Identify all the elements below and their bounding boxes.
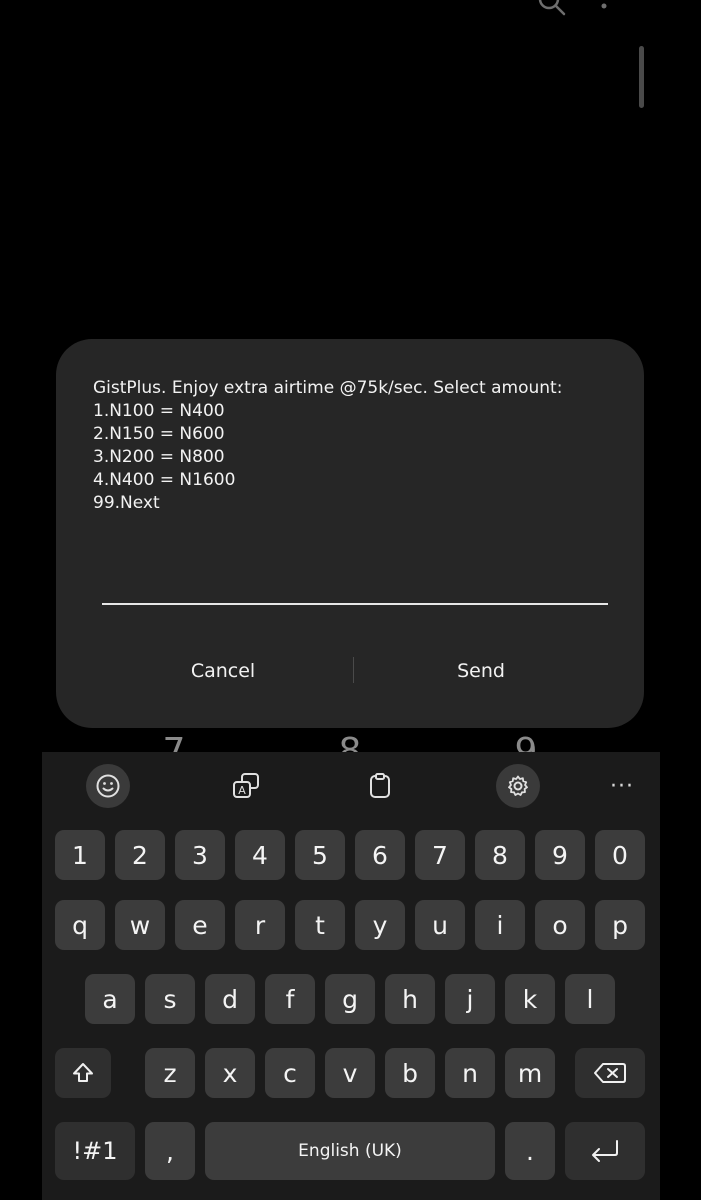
ussd-dialog: GistPlus. Enjoy extra airtime @75k/sec. … — [56, 339, 644, 728]
key-1[interactable]: 1 — [55, 830, 105, 880]
key-p[interactable]: p — [595, 900, 645, 950]
key-o[interactable]: o — [535, 900, 585, 950]
background-digit-7: 7 — [162, 731, 186, 754]
background-digit-9: 9 — [514, 731, 538, 754]
key-u[interactable]: u — [415, 900, 465, 950]
key-9[interactable]: 9 — [535, 830, 585, 880]
settings-icon[interactable] — [496, 764, 540, 808]
key-h[interactable]: h — [385, 974, 435, 1024]
key-2[interactable]: 2 — [115, 830, 165, 880]
enter-icon — [592, 1140, 618, 1162]
key-s[interactable]: s — [145, 974, 195, 1024]
key-t[interactable]: t — [295, 900, 345, 950]
backspace-icon — [594, 1063, 626, 1083]
key-l[interactable]: l — [565, 974, 615, 1024]
key-n[interactable]: n — [445, 1048, 495, 1098]
key-b[interactable]: b — [385, 1048, 435, 1098]
emoji-icon[interactable] — [86, 764, 130, 808]
cancel-button[interactable]: Cancel — [123, 649, 323, 693]
key-x[interactable]: x — [205, 1048, 255, 1098]
backspace-key[interactable] — [575, 1048, 645, 1098]
key-z[interactable]: z — [145, 1048, 195, 1098]
on-screen-keyboard: A ··· 1 2 3 4 5 6 7 8 9 0 q w e r t y u … — [42, 752, 660, 1200]
key-f[interactable]: f — [265, 974, 315, 1024]
space-key[interactable]: English (UK) — [205, 1122, 495, 1180]
key-c[interactable]: c — [265, 1048, 315, 1098]
key-7[interactable]: 7 — [415, 830, 465, 880]
clipboard-icon[interactable] — [358, 766, 402, 806]
key-a[interactable]: a — [85, 974, 135, 1024]
key-g[interactable]: g — [325, 974, 375, 1024]
key-3[interactable]: 3 — [175, 830, 225, 880]
more-options-icon[interactable] — [596, 0, 612, 14]
key-6[interactable]: 6 — [355, 830, 405, 880]
search-icon[interactable] — [536, 0, 566, 16]
key-i[interactable]: i — [475, 900, 525, 950]
key-d[interactable]: d — [205, 974, 255, 1024]
translate-icon[interactable]: A — [224, 766, 268, 806]
key-0[interactable]: 0 — [595, 830, 645, 880]
key-w[interactable]: w — [115, 900, 165, 950]
send-button[interactable]: Send — [381, 649, 581, 693]
key-4[interactable]: 4 — [235, 830, 285, 880]
symbols-key[interactable]: !#1 — [55, 1122, 135, 1180]
key-m[interactable]: m — [505, 1048, 555, 1098]
ussd-message: GistPlus. Enjoy extra airtime @75k/sec. … — [93, 378, 563, 513]
shift-icon — [73, 1063, 93, 1082]
screen: 7 8 9 GistPlus. Enjoy extra airtime @75k… — [0, 0, 701, 1200]
key-v[interactable]: v — [325, 1048, 375, 1098]
background-digit-8: 8 — [338, 731, 362, 754]
button-divider — [353, 657, 354, 683]
key-e[interactable]: e — [175, 900, 225, 950]
key-8[interactable]: 8 — [475, 830, 525, 880]
scrollbar[interactable] — [639, 46, 644, 108]
svg-text:A: A — [238, 784, 246, 797]
more-icon[interactable]: ··· — [600, 766, 644, 806]
key-j[interactable]: j — [445, 974, 495, 1024]
ussd-reply-input[interactable] — [102, 559, 608, 605]
comma-key[interactable]: , — [145, 1122, 195, 1180]
key-k[interactable]: k — [505, 974, 555, 1024]
key-q[interactable]: q — [55, 900, 105, 950]
enter-key[interactable] — [565, 1122, 645, 1180]
period-key[interactable]: . — [505, 1122, 555, 1180]
key-r[interactable]: r — [235, 900, 285, 950]
key-5[interactable]: 5 — [295, 830, 345, 880]
shift-key[interactable] — [55, 1048, 111, 1098]
key-y[interactable]: y — [355, 900, 405, 950]
